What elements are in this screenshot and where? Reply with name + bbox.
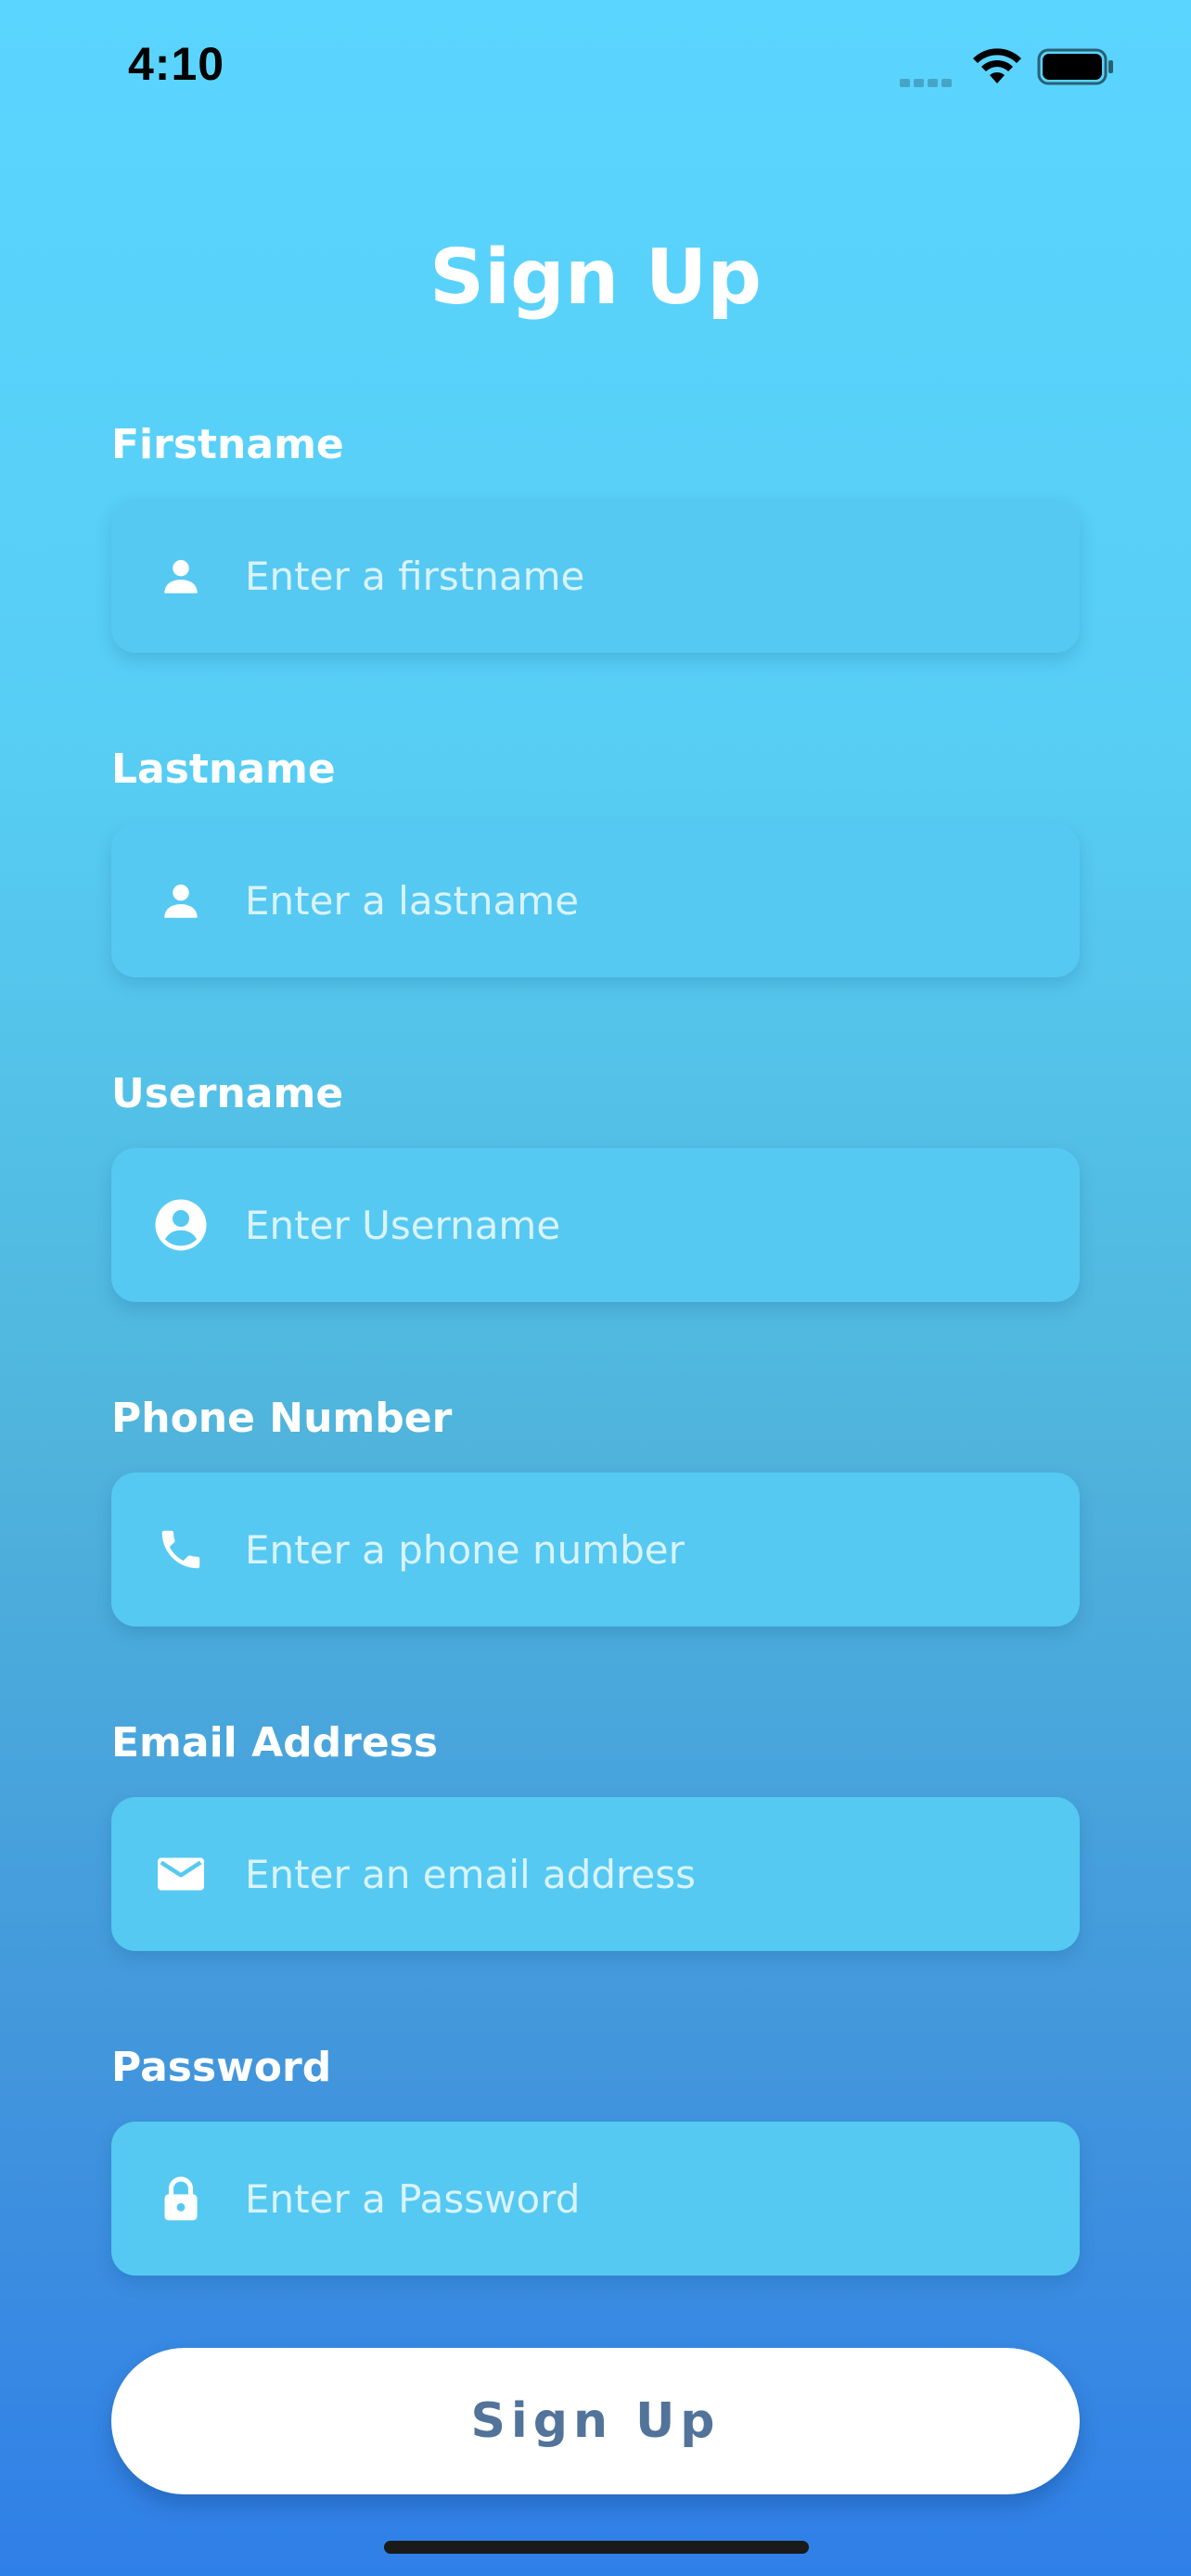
email-input[interactable] [245,1797,1043,1951]
phone-input[interactable] [245,1473,1043,1626]
lastname-input[interactable] [245,823,1043,977]
phone-field[interactable] [111,1473,1080,1626]
home-indicator[interactable] [384,2541,809,2554]
lastname-field[interactable] [111,823,1080,977]
wifi-icon [972,46,1022,85]
firstname-label: Firstname [111,421,344,468]
page-title: Sign Up [429,234,762,322]
email-label: Email Address [111,1719,439,1766]
phone-label: Phone Number [111,1395,453,1442]
phone-icon [150,1519,211,1580]
email-field[interactable] [111,1797,1080,1951]
username-field[interactable] [111,1148,1080,1302]
status-time: 4:10 [128,38,225,90]
firstname-field[interactable] [111,499,1080,653]
lock-icon [150,2168,211,2229]
sign-up-button[interactable]: Sign Up [111,2348,1080,2494]
person-icon [150,870,211,931]
status-bar: 4:10 [0,0,1191,130]
cellular-signal-icon [900,73,957,87]
username-input[interactable] [245,1148,1043,1302]
password-field[interactable] [111,2122,1080,2276]
password-input[interactable] [245,2122,1043,2276]
battery-icon [1037,48,1115,85]
account-circle-icon [150,1194,211,1256]
lastname-label: Lastname [111,746,336,793]
mail-icon [150,1843,211,1905]
password-label: Password [111,2044,332,2091]
firstname-input[interactable] [245,499,1043,653]
person-icon [150,545,211,606]
username-label: Username [111,1070,344,1117]
